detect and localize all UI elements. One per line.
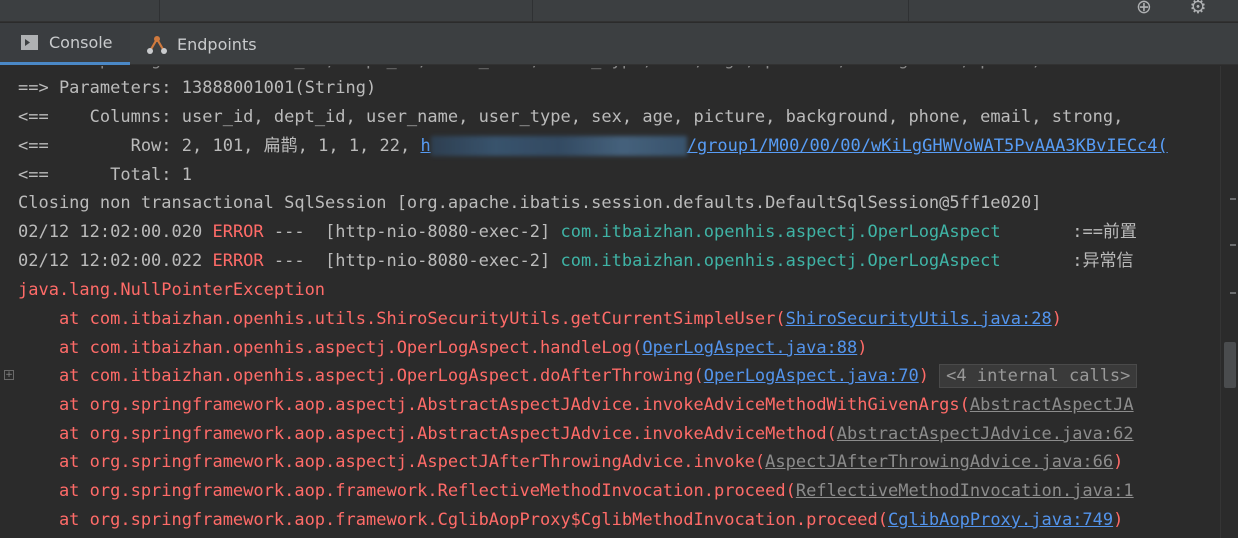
log-line-error-2: 02/12 12:02:00.022 ERROR --- [http-nio-8…: [18, 251, 1134, 271]
error-level: ERROR: [212, 251, 264, 271]
toolbar-segment: [533, 0, 909, 22]
console-line-total: <== Total: 1: [18, 165, 192, 185]
clipped-line: ==> Preparing: select user_id, dept_id, …: [18, 66, 1103, 74]
internal-calls-fold[interactable]: <4 internal calls>: [939, 364, 1138, 388]
right-gutter: [1228, 66, 1238, 538]
logger-class: com.itbaizhan.openhis.aspectj.OperLogAsp…: [560, 251, 1001, 271]
globe-icon[interactable]: ⊕: [1132, 0, 1156, 18]
source-link[interactable]: AbstractAspectJAdvice.java:62: [837, 424, 1134, 444]
toolbar-segment: [160, 0, 533, 22]
source-link[interactable]: ShiroSecurityUtils.java:28: [786, 309, 1052, 329]
stack-frame: at com.itbaizhan.openhis.aspectj.OperLog…: [18, 338, 868, 358]
stack-frame: at org.springframework.aop.aspectj.Abstr…: [18, 424, 1134, 444]
gear-icon[interactable]: ⚙: [1186, 0, 1210, 18]
top-toolbar: ⊕ ⚙: [0, 0, 1238, 22]
source-link[interactable]: CglibAopProxy.java:749: [888, 510, 1113, 530]
console-line-closing: Closing non transactional SqlSession [or…: [18, 193, 1042, 213]
stack-frame: at org.springframework.aop.aspectj.Abstr…: [18, 395, 1134, 415]
console-icon: [20, 33, 40, 53]
console-line-parameters: ==> Parameters: 13888001001(String): [18, 78, 377, 98]
source-link[interactable]: AspectJAfterThrowingAdvice.java:66: [765, 452, 1113, 472]
tab-endpoints[interactable]: Endpoints: [146, 23, 276, 65]
toolbar-segment: [0, 0, 160, 22]
redacted-region: [430, 136, 687, 156]
gutter-mark: [1230, 292, 1236, 294]
tool-window-tab-bar: Console Endpoints: [0, 23, 1238, 65]
error-level: ERROR: [212, 222, 264, 242]
row-url-link[interactable]: h/group1/M00/00/00/wKiLgGHWVoWAT5PvAAA3K…: [420, 136, 1168, 156]
tab-console-label: Console: [49, 33, 113, 52]
console-line-columns: <== Columns: user_id, dept_id, user_name…: [18, 107, 1124, 127]
source-link[interactable]: OperLogAspect.java:70: [704, 366, 919, 386]
tab-console[interactable]: Console: [0, 23, 130, 65]
gutter-mark: [1230, 198, 1236, 200]
stack-frame: at com.itbaizhan.openhis.aspectj.OperLog…: [18, 362, 1138, 390]
exception-name: java.lang.NullPointerException: [18, 280, 326, 300]
gutter-mark: [1230, 244, 1236, 246]
source-link[interactable]: AbstractAspectJA: [970, 395, 1134, 415]
stack-frame: at org.springframework.aop.aspectj.Aspec…: [18, 452, 1124, 472]
console-output[interactable]: ==> Preparing: select user_id, dept_id, …: [0, 66, 1220, 538]
stack-frame: at org.springframework.aop.framework.Cgl…: [18, 510, 1124, 530]
endpoints-icon: [146, 33, 168, 55]
stack-frame: at com.itbaizhan.openhis.utils.ShiroSecu…: [18, 309, 1062, 329]
expand-fold-icon[interactable]: +: [4, 370, 14, 380]
stack-frame: at org.springframework.aop.framework.Ref…: [18, 481, 1134, 501]
source-link[interactable]: OperLogAspect.java:88: [642, 338, 857, 358]
logger-class: com.itbaizhan.openhis.aspectj.OperLogAsp…: [560, 222, 1001, 242]
source-link[interactable]: ReflectiveMethodInvocation.java:1: [796, 481, 1134, 501]
log-line-error-1: 02/12 12:02:00.020 ERROR --- [http-nio-8…: [18, 222, 1137, 242]
tab-endpoints-label: Endpoints: [177, 34, 257, 54]
console-line-row: <== Row: 2, 101, 扁鹊, 1, 1, 22, h/group1/…: [18, 136, 1168, 156]
